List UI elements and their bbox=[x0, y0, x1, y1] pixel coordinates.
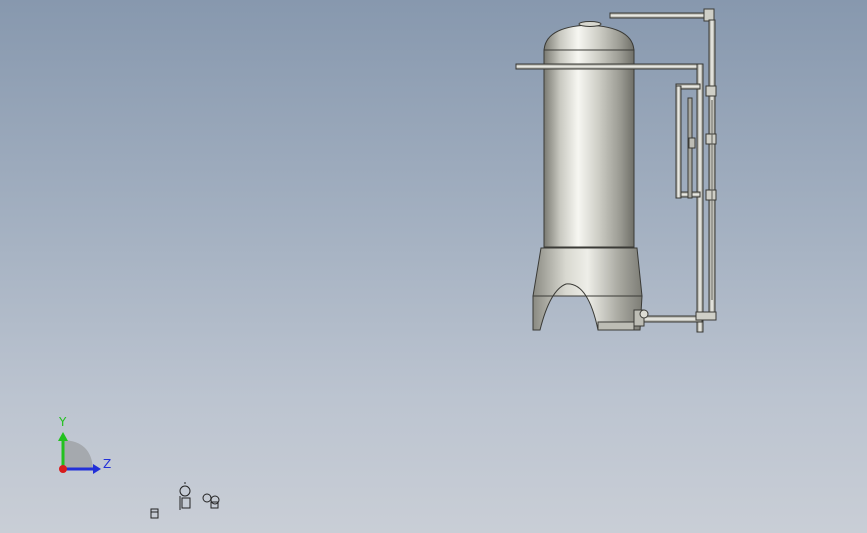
graphics-viewport[interactable]: Y Z bbox=[0, 0, 867, 533]
view-icons[interactable] bbox=[0, 0, 867, 533]
camera-icon bbox=[202, 493, 220, 509]
light-icon bbox=[179, 482, 191, 510]
scene-icon bbox=[150, 508, 159, 519]
